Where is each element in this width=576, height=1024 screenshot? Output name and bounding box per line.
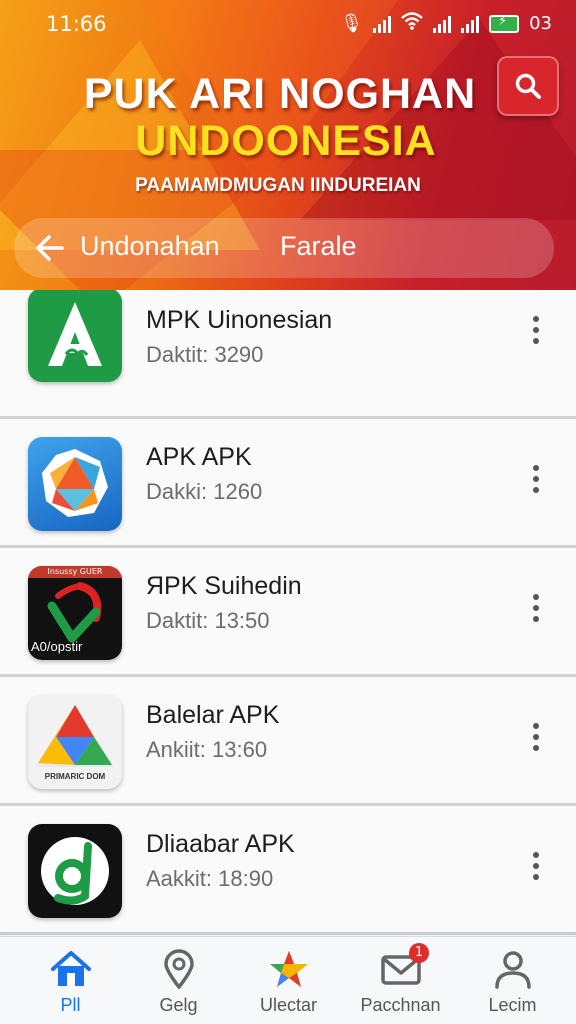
tab-label: Gelg xyxy=(159,995,198,1015)
app-meta: Daktit: 13:50 xyxy=(146,608,270,633)
app-name: Balelar APK xyxy=(146,701,280,729)
battery-icon xyxy=(489,14,520,33)
page-title: PUK ARI NOGHAN xyxy=(83,70,477,118)
page-subtitle: PAAMAMDMUGAN IINDUREIAN xyxy=(135,175,421,196)
list-item[interactable]: APK APK Dakki: 1260 xyxy=(0,419,576,548)
wifi-icon xyxy=(401,12,423,35)
tab-label: Pll xyxy=(60,995,81,1015)
more-options-button[interactable] xyxy=(522,459,550,499)
app-icon-caption: A0/opstir xyxy=(31,639,83,654)
app-icon xyxy=(28,290,122,382)
app-name: MPK Uinonesian xyxy=(146,306,333,334)
more-options-button[interactable] xyxy=(522,588,550,628)
tab-profile[interactable]: Lecim xyxy=(455,937,570,1024)
app-icon-caption: PRIMARIC DOM xyxy=(44,772,106,781)
more-options-button[interactable] xyxy=(522,846,550,886)
back-arrow-icon[interactable] xyxy=(34,232,66,264)
list-item[interactable]: MPK Uinonesian Daktit: 3290 xyxy=(0,290,576,419)
person-icon xyxy=(494,951,531,989)
signal-icon xyxy=(433,15,452,33)
search-icon xyxy=(515,73,541,99)
signal-icon xyxy=(373,15,392,33)
breadcrumb-bar: Undonahan Farale xyxy=(14,218,554,278)
notification-badge: 1 xyxy=(409,943,429,963)
app-meta: Dakki: 1260 xyxy=(146,479,263,504)
app-name: ЯPK Suihedin xyxy=(146,572,302,600)
home-icon xyxy=(50,951,91,986)
app-icon: PRIMARIC DOM xyxy=(28,695,122,789)
app-meta: Aakkit: 18:90 xyxy=(146,866,274,891)
tab-label: Ulectar xyxy=(259,995,317,1015)
breadcrumb-link[interactable]: Undonahan xyxy=(80,231,220,262)
microphone-icon: 🎙 xyxy=(340,13,364,34)
app-icon xyxy=(28,824,122,918)
app-name: APK APK xyxy=(146,443,252,471)
page-title-secondary: UNDOONESIA xyxy=(135,117,437,165)
app-icon xyxy=(28,437,122,531)
app-list: MPK Uinonesian Daktit: 3290 APK APK Dakk… xyxy=(0,290,576,936)
list-item[interactable]: PRIMARIC DOM Balelar APK Ankiit: 13:60 xyxy=(0,677,576,806)
tab-location[interactable]: Gelg xyxy=(121,937,236,1024)
app-name: Dliaabar APK xyxy=(146,830,295,858)
breadcrumb-link[interactable]: Farale xyxy=(280,231,357,262)
tab-label: Pacchnan xyxy=(360,995,441,1015)
battery-text: 03 xyxy=(529,13,552,34)
tab-home[interactable]: Pll xyxy=(13,937,128,1024)
search-button[interactable] xyxy=(497,56,559,116)
tab-messages[interactable]: 1 Pacchnan xyxy=(343,937,458,1024)
more-options-button[interactable] xyxy=(522,717,550,757)
tab-featured[interactable]: Ulectar xyxy=(231,937,346,1024)
list-item[interactable]: Dliaabar APK Aakkit: 18:90 xyxy=(0,806,576,935)
list-item[interactable]: Insussy GUER A0/opstir ЯPK Suihedin Dakt… xyxy=(0,548,576,677)
bottom-navigation: Pll Gelg Ulectar 1 Pacchnan Lecim xyxy=(0,936,576,1024)
location-pin-icon xyxy=(163,949,194,989)
more-options-button[interactable] xyxy=(522,310,550,350)
tab-label: Lecim xyxy=(488,995,537,1015)
status-time: 11:66 xyxy=(46,12,107,36)
star-icon xyxy=(269,951,308,987)
app-meta: Ankiit: 13:60 xyxy=(146,737,268,762)
signal-icon xyxy=(461,15,480,33)
app-meta: Daktit: 3290 xyxy=(146,342,264,367)
app-icon: Insussy GUER A0/opstir xyxy=(28,566,122,660)
status-bar: 11:66 🎙 03 xyxy=(0,0,576,48)
app-header: 11:66 🎙 03 PUK ARI NOGHAN UNDOONESIA PAA… xyxy=(0,0,576,292)
status-icons: 🎙 03 xyxy=(340,12,552,35)
